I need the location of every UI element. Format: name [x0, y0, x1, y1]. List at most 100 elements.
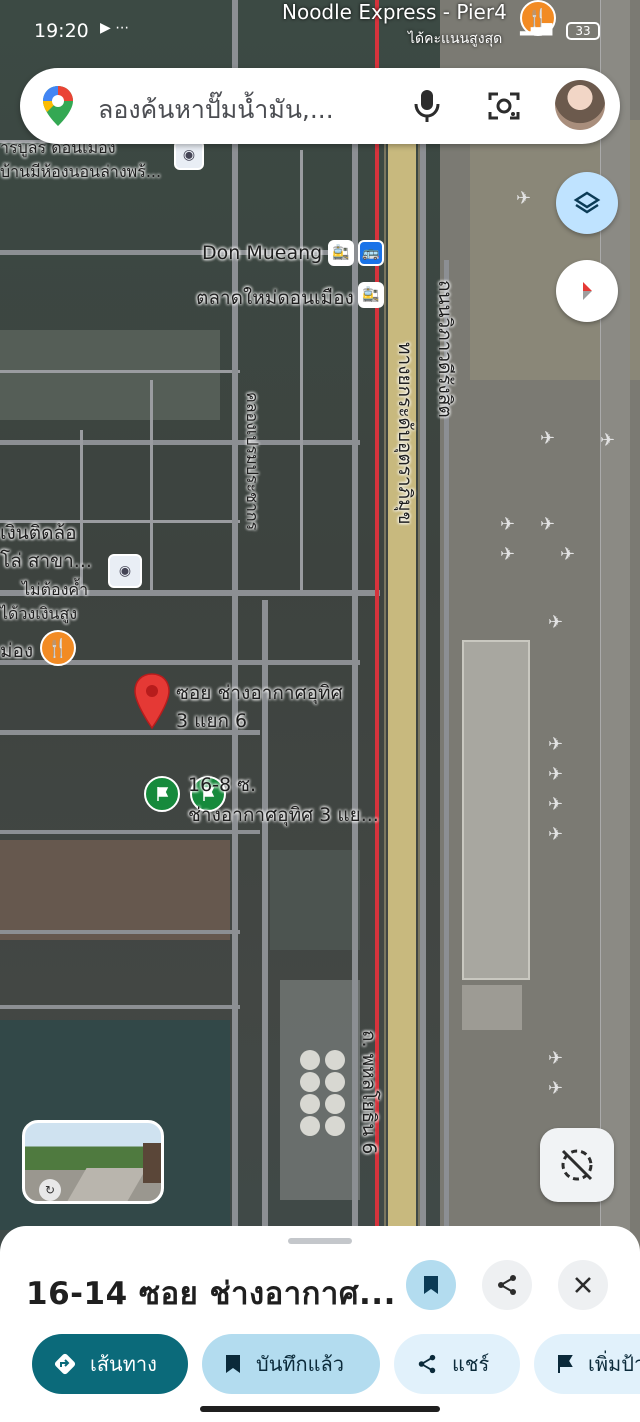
flag-icon: [556, 1353, 574, 1375]
restaurant-pin-icon[interactable]: 🍴: [40, 630, 76, 666]
tank: [300, 1072, 320, 1092]
map-label-loan-3: ไม่ต้องค้ำ: [22, 580, 89, 599]
map-label-pin-1[interactable]: ซอย ช่างอากาศอุทิศ: [176, 678, 343, 708]
plane-icon: ✈: [548, 824, 564, 845]
map-block: [280, 980, 360, 1200]
layers-icon: [573, 191, 601, 214]
street-view-360-icon: ↻: [39, 1179, 61, 1201]
add-label-text: เพิ่มป้าย: [588, 1352, 640, 1376]
save-button[interactable]: [406, 1260, 456, 1310]
search-bar[interactable]: ลองค้นหาปั๊มน้ำมัน,...: [20, 68, 620, 144]
plane-icon: ✈: [548, 612, 564, 633]
train-station-icon[interactable]: 🚉: [328, 240, 354, 266]
street-view-thumbnail[interactable]: ↻: [22, 1120, 164, 1204]
share-label: แชร์: [452, 1352, 490, 1376]
airport-building: [462, 985, 522, 1030]
compass-button[interactable]: [556, 260, 618, 322]
my-location-button[interactable]: [540, 1128, 614, 1202]
road: [232, 0, 238, 1230]
road: [0, 930, 240, 934]
map-block: [0, 330, 220, 420]
map-label-loan-2[interactable]: โล่ สาขา...: [0, 546, 92, 576]
road: [150, 380, 153, 590]
flag-pin-icon[interactable]: [144, 776, 180, 812]
plane-icon: ✈: [500, 544, 516, 565]
status-notification-icons: ▶ ⋯: [100, 20, 130, 36]
search-input[interactable]: ลองค้นหาปั๊มน้ำมัน,...: [98, 90, 334, 130]
road: [0, 830, 260, 834]
battery-icon: 33: [566, 22, 600, 40]
map-label-expressway: ทางยกระดับอุตราภิมุข: [394, 342, 416, 525]
map-label-market[interactable]: ตลาดใหม่ดอนเมือง: [196, 283, 354, 313]
map-label-muang[interactable]: ม่อง: [0, 636, 33, 666]
street-view-road: [63, 1168, 147, 1201]
plane-icon: ✈: [548, 764, 564, 785]
share-icon: [416, 1353, 438, 1375]
layers-button[interactable]: [556, 172, 618, 234]
directions-button[interactable]: เส้นทาง: [32, 1334, 188, 1394]
tank: [300, 1116, 320, 1136]
map-label-flag-1[interactable]: 16-8 ซ.: [188, 770, 256, 800]
map-label-khlong-prem: คลองเปรมประชากร: [243, 392, 262, 531]
saved-label: บันทึกแล้ว: [256, 1352, 345, 1376]
tank: [325, 1072, 345, 1092]
plane-icon: ✈: [500, 514, 516, 535]
compass-icon: [583, 282, 592, 300]
train-station-icon[interactable]: 🚉: [358, 282, 384, 308]
bookmark-icon: [424, 1276, 438, 1294]
close-button[interactable]: [558, 1260, 608, 1310]
map-label-loan-1[interactable]: เงินติดล้อ: [0, 518, 77, 548]
microphone-icon[interactable]: [412, 88, 442, 124]
signal-icon: ▂▄▆: [520, 20, 553, 36]
lens-camera-icon[interactable]: [486, 88, 522, 124]
directions-icon: [54, 1353, 76, 1375]
road: [420, 140, 426, 1230]
place-title: 16-14 ซอย ช่างอากาศ...: [26, 1276, 396, 1312]
map-label-don-mueang[interactable]: Don Mueang: [202, 242, 322, 264]
gesture-nav-bar[interactable]: [200, 1406, 440, 1412]
map-canvas[interactable]: ✈ ✈ ✈ ✈ ✈ ✈ ✈ ✈ ✈ ✈ ✈ ✈ ✈ ✈ ารบูลร ดอนเม…: [0, 0, 640, 1422]
poi-square-icon[interactable]: ◉: [108, 554, 142, 588]
map-label-top-left-2: บ้านมีห้องนอนล่างพร้...: [0, 162, 162, 181]
sheet-drag-handle[interactable]: [288, 1238, 352, 1244]
status-time: 19:20: [34, 20, 89, 42]
map-label-loan-4: ได้วงเงินสูง: [0, 604, 78, 623]
poi-square-icon[interactable]: ◉: [174, 140, 204, 170]
map-label-flag-2[interactable]: ช่างอากาศอุทิศ 3 แย...: [188, 800, 379, 830]
place-sheet[interactable]: 16-14 ซอย ช่างอากาศ... เส้นทาง บันทึกแล้…: [0, 1226, 640, 1422]
map-block: [0, 840, 230, 940]
bookmark-icon: [224, 1353, 242, 1375]
road: [300, 150, 303, 590]
add-label-chip[interactable]: เพิ่มป้าย: [534, 1334, 640, 1394]
share-chip[interactable]: แชร์: [394, 1334, 520, 1394]
plane-icon: ✈: [548, 734, 564, 755]
plane-icon: ✈: [548, 794, 564, 815]
close-icon: [575, 1277, 591, 1293]
map-label-pin-2[interactable]: 3 แยก 6: [176, 706, 247, 736]
avatar[interactable]: [555, 80, 605, 130]
location-off-icon: [561, 1149, 593, 1181]
map-label-vibhavadi: ถนนวิภาวดีรังสิต: [434, 280, 456, 418]
road: [0, 440, 360, 445]
expressway: [388, 140, 416, 1240]
plane-icon: ✈: [548, 1048, 564, 1069]
map-block: [270, 850, 360, 950]
map-label-phahonyothin: ถ. พหลโยธิน 6: [358, 1030, 380, 1155]
bus-icon[interactable]: 🚌: [358, 240, 384, 266]
plane-icon: ✈: [540, 514, 556, 535]
street-view-house: [143, 1143, 161, 1183]
location-pin-icon[interactable]: [133, 672, 171, 730]
tank: [325, 1094, 345, 1114]
plane-icon: ✈: [548, 1078, 564, 1099]
saved-button[interactable]: บันทึกแล้ว: [202, 1334, 380, 1394]
tank: [300, 1094, 320, 1114]
map-label-noodle-express[interactable]: Noodle Express - Pier4: [282, 0, 507, 24]
tank: [300, 1050, 320, 1070]
airport-terminal: [462, 640, 530, 980]
directions-label: เส้นทาง: [90, 1352, 157, 1376]
tank: [325, 1116, 345, 1136]
plane-icon: ✈: [560, 544, 576, 565]
maps-logo-icon: [43, 86, 73, 126]
map-label-noodle-sub: ได้คะแนนสูงสุด: [408, 31, 503, 47]
share-button[interactable]: [482, 1260, 532, 1310]
